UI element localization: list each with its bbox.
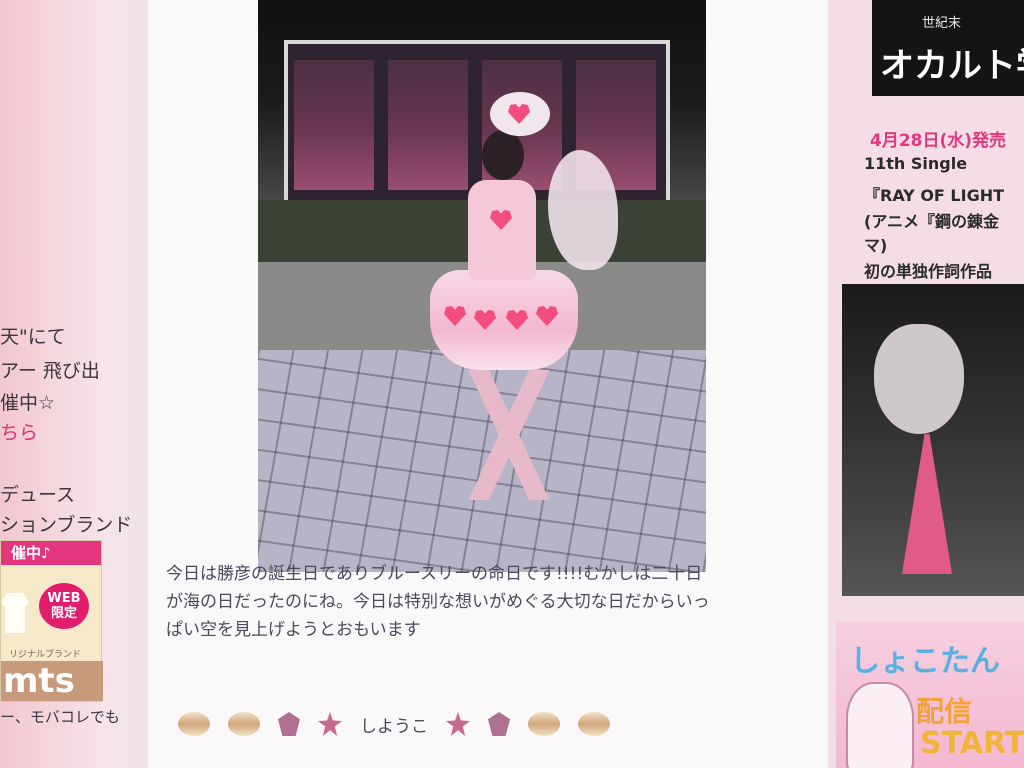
sidebar-text-line: 天"にて bbox=[0, 326, 66, 348]
character-illustration bbox=[846, 682, 914, 768]
shirt-icon bbox=[1, 593, 29, 633]
release-line: 初の単独作詞作品 bbox=[864, 262, 993, 281]
figure-legs bbox=[454, 370, 564, 500]
portrait-hands bbox=[902, 434, 952, 574]
banner-subtext: リジナルブランド bbox=[9, 650, 82, 660]
release-line: 11th Single bbox=[864, 154, 968, 173]
badge-line: WEB bbox=[47, 591, 81, 606]
photo-poster bbox=[388, 60, 468, 190]
caption-line: が海の日だったのにね。今日は特別な想いがめぐる大切な日だからいっ bbox=[166, 592, 710, 612]
occult-ad-banner[interactable]: 世紀末 オカルト学 bbox=[872, 0, 1024, 96]
right-sidebar: 世紀末 オカルト学 4月28日(水)発売 11th Single 『RAY OF… bbox=[828, 0, 1024, 768]
sidebar-text-line: ションブランド bbox=[0, 514, 133, 536]
post-photo[interactable] bbox=[258, 0, 706, 572]
sun-icon bbox=[228, 712, 260, 736]
photo-poster bbox=[294, 60, 374, 190]
post-caption: 今日は勝彦の誕生日でありブルースリーの命日です!!!!むかしは二十日 が海の日だ… bbox=[166, 560, 806, 644]
sidebar-footer-text: ー、モバコレでも bbox=[0, 708, 120, 726]
portrait-face bbox=[874, 324, 964, 434]
blog-post: 今日は勝彦の誕生日でありブルースリーの命日です!!!!むかしは二十日 が海の日だ… bbox=[148, 0, 828, 768]
release-line: マ) bbox=[864, 236, 888, 255]
costume-dress bbox=[430, 270, 578, 370]
sun-icon bbox=[528, 712, 560, 736]
heart-headpiece bbox=[490, 92, 550, 136]
caption-line: 今日は勝彦の誕生日でありブルースリーの命日です!!!!むかしは二十日 bbox=[166, 564, 703, 584]
emoji-signature-row: しようこ bbox=[178, 704, 610, 744]
ad-small-text: 世紀末 bbox=[922, 16, 962, 31]
left-sidebar: 天"にて アー 飛び出 催中☆ ちら デュース ションブランド 催中♪ WEB … bbox=[0, 0, 148, 768]
star-icon bbox=[446, 712, 470, 736]
star-icon bbox=[318, 712, 342, 736]
caption-line: ぱい空を見上げようとおもいます bbox=[166, 620, 421, 640]
figure-head bbox=[482, 130, 524, 180]
sidebar-text-line: アー 飛び出 bbox=[0, 360, 100, 382]
delivery-ad-banner[interactable]: しょこたん 配信 START bbox=[836, 622, 1024, 768]
sidebar-link[interactable]: ちら bbox=[0, 418, 38, 445]
sun-icon bbox=[178, 712, 210, 736]
heart-icon bbox=[490, 210, 512, 230]
heart-icon bbox=[444, 306, 466, 326]
release-line: (アニメ『鋼の錬金 bbox=[864, 212, 999, 231]
web-limited-badge: WEB 限定 bbox=[39, 583, 89, 629]
sun-icon bbox=[578, 712, 610, 736]
shop-banner[interactable]: 催中♪ WEB 限定 リジナルブランド mts bbox=[0, 540, 103, 702]
bottom-ad-title: しょこたん bbox=[850, 644, 1000, 679]
face-icon bbox=[278, 712, 300, 736]
shop-banner-header: 催中♪ bbox=[1, 541, 101, 565]
heart-icon bbox=[536, 306, 558, 326]
release-line[interactable]: 『RAY OF LIGHT bbox=[864, 182, 1004, 206]
bottom-ad-haishin: 配信 bbox=[916, 695, 973, 728]
sidebar-text-line: 催中☆ bbox=[0, 392, 56, 414]
banner-brand-logo: mts bbox=[1, 661, 103, 701]
heart-icon bbox=[508, 104, 530, 124]
ad-title: オカルト学 bbox=[880, 46, 1024, 86]
heart-icon bbox=[506, 310, 528, 330]
figure-body bbox=[468, 180, 536, 280]
artist-portrait[interactable] bbox=[842, 284, 1024, 596]
sidebar-text-line: デュース bbox=[0, 484, 76, 506]
badge-line: 限定 bbox=[50, 606, 77, 621]
heart-icon bbox=[474, 310, 496, 330]
post-signature: しようこ bbox=[360, 716, 428, 737]
release-date: 4月28日(水)発売 bbox=[870, 131, 1007, 151]
face-icon bbox=[488, 712, 510, 736]
bottom-ad-start: START bbox=[920, 726, 1024, 761]
